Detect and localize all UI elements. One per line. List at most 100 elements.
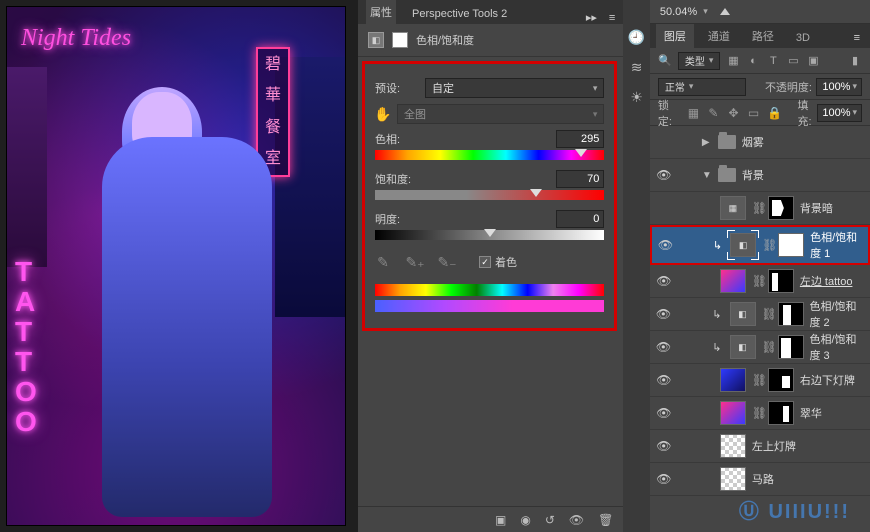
reset-icon[interactable]: ↺ <box>545 513 555 527</box>
link-icon[interactable]: ⛓ <box>762 238 772 252</box>
tab-perspective-tools[interactable]: Perspective Tools 2 <box>408 4 511 24</box>
link-icon[interactable]: ⛓ <box>762 340 772 354</box>
preset-select[interactable]: 自定▾ <box>425 78 604 98</box>
lock-artboard-icon[interactable]: ▭ <box>748 106 760 120</box>
chevron-right-icon[interactable]: ▶ <box>702 137 712 148</box>
filter-smart-icon[interactable]: ▣ <box>806 54 820 68</box>
tab-paths[interactable]: 路径 <box>744 24 782 48</box>
hue-value-input[interactable]: 295 <box>556 130 604 148</box>
link-icon[interactable]: ⛓ <box>752 373 762 387</box>
layer-thumb[interactable] <box>720 368 746 392</box>
layer-hue-sat-2[interactable]: 👁 ↳ ◧ ⛓ 色相/饱和度 2 <box>650 298 870 331</box>
eyedropper-subtract-icon[interactable]: ✎₋ <box>439 254 455 270</box>
tab-properties[interactable]: 属性 <box>366 0 396 24</box>
lock-pixels-icon[interactable]: ▦ <box>687 106 699 120</box>
layer-mask-thumb[interactable] <box>768 196 794 220</box>
panel-collapse-icon[interactable]: ▸▸ <box>586 11 597 24</box>
range-select[interactable]: 全图▾ <box>397 104 604 124</box>
layer-list[interactable]: ▶ 烟雾 👁 ▼ 背景 ▦ ⛓ 背景暗 👁 <box>650 126 870 532</box>
filter-pixel-icon[interactable]: ▦ <box>726 54 740 68</box>
tab-3d[interactable]: 3D <box>788 28 818 48</box>
layer-thumb[interactable] <box>720 269 746 293</box>
panel-menu-icon[interactable]: ≡ <box>850 28 864 48</box>
lock-brush-icon[interactable]: ✎ <box>707 106 719 120</box>
filter-toggle-icon[interactable]: ▮ <box>848 54 862 68</box>
check-icon: ✓ <box>479 256 491 268</box>
tattoo-neon: TATTOO <box>15 257 35 437</box>
hue-sat-thumb[interactable]: ◧ <box>730 233 756 257</box>
layer-mask-thumb[interactable] <box>778 302 804 326</box>
search-icon[interactable]: 🔍 <box>658 54 672 68</box>
tab-layers[interactable]: 图层 <box>656 24 694 48</box>
layer-road[interactable]: 👁 马路 <box>650 463 870 496</box>
link-icon[interactable]: ⛓ <box>752 406 762 420</box>
mask-icon[interactable] <box>392 32 408 48</box>
opacity-input[interactable]: 100%▾ <box>816 78 862 96</box>
tab-channels[interactable]: 通道 <box>700 24 738 48</box>
panel-menu-icon[interactable]: ≡ <box>609 12 615 24</box>
preset-label: 预设: <box>375 80 419 96</box>
history-icon[interactable]: 🕘 <box>628 28 646 46</box>
document-canvas[interactable]: 碧華餐室 Night Tides TATTOO <box>6 6 346 526</box>
layer-thumb[interactable] <box>720 401 746 425</box>
output-spectrum <box>375 300 604 312</box>
saturation-value-input[interactable]: 70 <box>556 170 604 188</box>
lightness-value-input[interactable]: 0 <box>556 210 604 228</box>
swatches-icon[interactable]: ☀ <box>628 88 646 106</box>
visibility-toggle[interactable]: 👁 <box>656 340 671 354</box>
layer-thumb[interactable] <box>720 467 746 491</box>
lock-position-icon[interactable]: ✥ <box>727 106 739 120</box>
view-previous-icon[interactable]: ◉ <box>520 513 530 527</box>
filter-adjust-icon[interactable]: ◐ <box>746 54 760 68</box>
visibility-toggle[interactable]: 👁 <box>656 274 672 288</box>
layer-bg-dark[interactable]: ▦ ⛓ 背景暗 <box>650 192 870 225</box>
hue-sat-thumb[interactable]: ◧ <box>730 302 756 326</box>
layer-right-sign[interactable]: 👁 ⛓ 右边下灯牌 <box>650 364 870 397</box>
brush-icon[interactable]: ≋ <box>628 58 646 76</box>
chevron-down-icon[interactable]: ▼ <box>702 170 712 181</box>
link-icon[interactable]: ⛓ <box>752 201 762 215</box>
filter-shape-icon[interactable]: ▭ <box>786 54 800 68</box>
visibility-toggle[interactable]: 👁 <box>656 373 672 387</box>
trash-icon[interactable]: 🗑 <box>598 513 613 527</box>
zoom-flyout-icon[interactable] <box>720 8 730 15</box>
filter-kind-select[interactable]: 类型▾ <box>678 52 721 70</box>
targeted-adjust-icon[interactable]: ✋ <box>375 106 391 122</box>
visibility-toggle[interactable]: 👁 <box>656 439 672 453</box>
layer-left-sign[interactable]: 👁 左上灯牌 <box>650 430 870 463</box>
layer-group-background[interactable]: 👁 ▼ 背景 <box>650 159 870 192</box>
layer-hue-sat-3[interactable]: 👁 ↳ ◧ ⛓ 色相/饱和度 3 <box>650 331 870 364</box>
lock-all-icon[interactable]: 🔒 <box>768 106 782 120</box>
eyedropper-icon[interactable]: ✎ <box>375 254 391 270</box>
visibility-toggle[interactable]: 👁 <box>656 406 672 420</box>
colorize-checkbox[interactable]: ✓ 着色 <box>479 254 517 270</box>
layer-mask-thumb[interactable] <box>768 401 794 425</box>
chevron-down-icon[interactable]: ▾ <box>703 6 708 17</box>
visibility-toggle[interactable]: 👁 <box>656 472 672 486</box>
link-icon[interactable]: ⛓ <box>752 274 762 288</box>
hue-sat-thumb[interactable]: ◧ <box>730 335 756 359</box>
fill-input[interactable]: 100%▾ <box>817 104 862 122</box>
layer-mask-thumb[interactable] <box>768 368 794 392</box>
eyedropper-add-icon[interactable]: ✎₊ <box>407 254 423 270</box>
zoom-value[interactable]: 50.04% <box>660 6 697 18</box>
layer-mask-thumb[interactable] <box>768 269 794 293</box>
layer-group-smoke[interactable]: ▶ 烟雾 <box>650 126 870 159</box>
lightness-slider[interactable] <box>375 230 604 240</box>
layer-mask-thumb[interactable] <box>778 233 804 257</box>
filter-type-icon[interactable]: T <box>766 54 780 68</box>
blend-mode-select[interactable]: 正常▾ <box>658 78 746 96</box>
layer-mask-thumb[interactable] <box>778 335 804 359</box>
layer-left-tattoo[interactable]: 👁 ⛓ 左边 tattoo <box>650 265 870 298</box>
visibility-toggle[interactable]: 👁 <box>656 307 671 321</box>
clip-to-layer-icon[interactable]: ▣ <box>495 513 506 527</box>
link-icon[interactable]: ⛓ <box>762 307 772 321</box>
layer-hue-sat-1[interactable]: 👁 ↳ ◧ ⛓ 色相/饱和度 1 <box>650 225 870 265</box>
layer-bihua[interactable]: 👁 ⛓ 翠华 <box>650 397 870 430</box>
visibility-toggle[interactable]: 👁 <box>658 238 673 252</box>
toggle-visibility-icon[interactable]: 👁 <box>569 513 584 527</box>
visibility-toggle[interactable]: 👁 <box>656 168 672 182</box>
hue-slider[interactable] <box>375 150 604 160</box>
layer-thumb[interactable] <box>720 434 746 458</box>
saturation-slider[interactable] <box>375 190 604 200</box>
